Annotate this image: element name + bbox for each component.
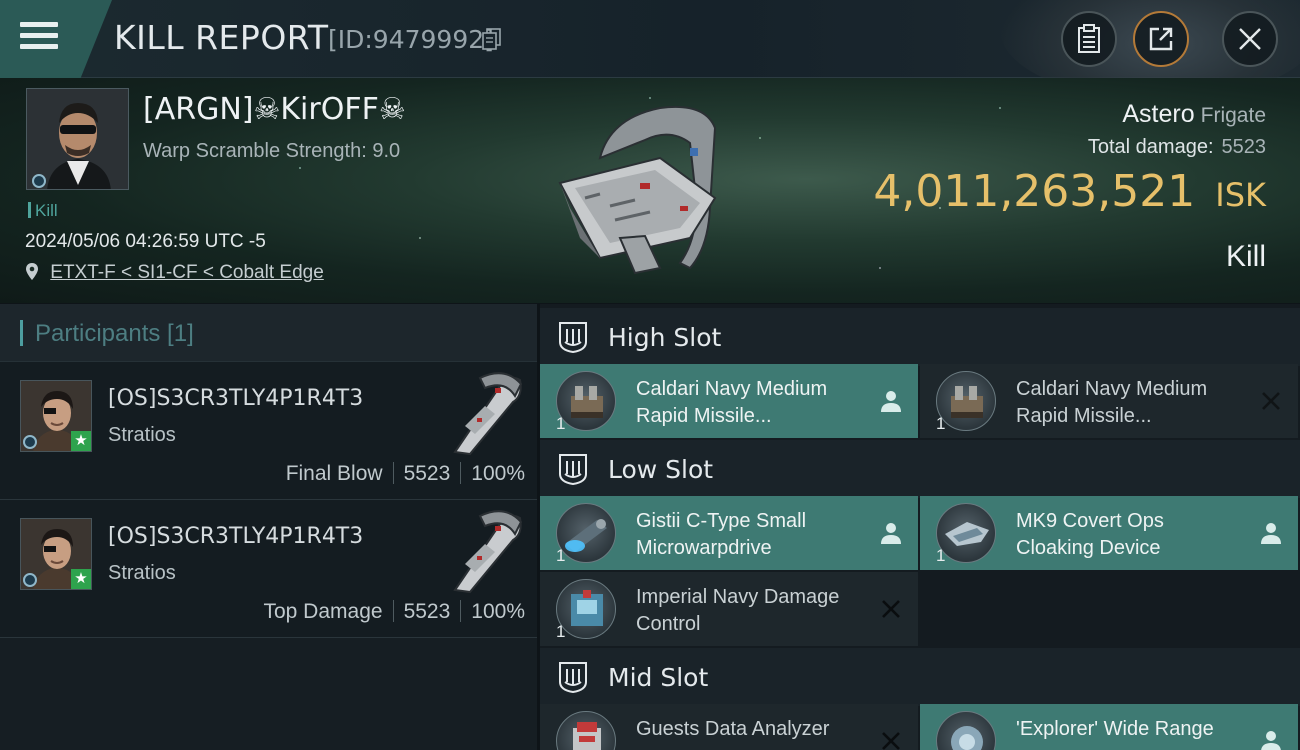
module-quantity: 1 [556, 414, 566, 433]
module-item[interactable]: 1 Guests Data Analyzer [540, 704, 918, 750]
participant-damage: 5523 [403, 462, 451, 485]
participants-panel: Participants [1] ★ [OS]S3CR3TLY4P1R4T3 S… [0, 304, 537, 750]
module-name: Gistii C-Type Small Microwarpdrive [636, 510, 807, 559]
isk-value: 4,011,263,521 ISK [873, 166, 1266, 217]
destroyed-x-icon [1262, 392, 1280, 410]
page-title: KILL REPORT [114, 18, 329, 57]
participant-ship: Stratios [108, 424, 176, 446]
menu-button[interactable] [0, 0, 112, 78]
module-name: Guests Data Analyzer [636, 718, 830, 740]
participant-damage: 5523 [403, 600, 451, 623]
total-damage-label: Total damage: [1087, 136, 1214, 158]
participant-avatar[interactable]: ★ [20, 518, 92, 590]
kill-location[interactable]: ETXT-F < SI1-CF < Cobalt Edge [25, 262, 324, 284]
report-id: [ID:9479992] [328, 25, 494, 54]
copy-icon[interactable] [482, 28, 502, 50]
module-name: Caldari Navy Medium Rapid Missile... [636, 378, 828, 427]
close-icon [1239, 28, 1261, 50]
module-item[interactable]: 1 'Explorer' Wide Range [920, 704, 1298, 750]
corp-logo-icon [23, 573, 37, 587]
participant-row[interactable]: ★ [OS]S3CR3TLY4P1R4T3 Stratios Top Damag… [0, 500, 537, 638]
participant-stats: Top Damage 5523 100% [263, 600, 525, 624]
low-slot-label: Low Slot [608, 454, 714, 484]
mid-slot-header: Mid Slot [540, 648, 1300, 706]
high-slot-icon [559, 322, 587, 354]
high-slot-label: High Slot [608, 322, 722, 352]
mid-slot-label: Mid Slot [608, 662, 709, 692]
kill-datetime: 2024/05/06 04:26:59 UTC -5 [25, 231, 266, 252]
module-quantity: 1 [936, 414, 946, 433]
participant-role: Final Blow [285, 462, 383, 485]
participant-ship-image [453, 372, 523, 456]
participant-ship: Stratios [108, 562, 176, 584]
victim-avatar[interactable] [26, 88, 129, 190]
location-pin-icon [26, 263, 38, 280]
share-icon [1149, 27, 1173, 51]
participant-ship-image [453, 510, 523, 594]
module-item[interactable]: 1 Caldari Navy Medium Rapid Missile... [540, 364, 918, 438]
top-bar: KILL REPORT [ID:9479992] [0, 0, 1300, 100]
high-slot-header: High Slot [540, 308, 1300, 366]
ship-class: Frigate [1200, 104, 1266, 127]
module-quantity: 1 [556, 546, 566, 565]
star-icon: ★ [71, 569, 91, 589]
module-item[interactable]: 1 Gistii C-Type Small Microwarpdrive [540, 496, 918, 570]
participant-avatar[interactable]: ★ [20, 380, 92, 452]
victim-banner: [ARGN]☠KirOFF☠ Warp Scramble Strength: 9… [0, 78, 1300, 303]
low-slot-header: Low Slot [540, 440, 1300, 498]
person-icon [881, 391, 901, 412]
close-button[interactable] [1222, 11, 1278, 67]
participant-percent: 100% [471, 462, 525, 485]
module-name: Imperial Navy Damage Control [636, 586, 840, 635]
module-item[interactable]: 1 MK9 Covert Ops Cloaking Device [920, 496, 1298, 570]
corp-logo-icon [23, 435, 37, 449]
result-label: Kill [1225, 240, 1266, 273]
ship-type[interactable]: Astero [1122, 100, 1194, 128]
participant-row[interactable]: ★ [OS]S3CR3TLY4P1R4T3 Stratios Final Blo… [0, 362, 537, 500]
isk-unit: ISK [1215, 176, 1266, 214]
participant-percent: 100% [471, 600, 525, 623]
data-analyzer-icon [556, 711, 616, 750]
participants-header: Participants [1] [0, 304, 537, 362]
victim-name[interactable]: [ARGN]☠KirOFF☠ [143, 92, 406, 127]
total-damage-value: 5523 [1221, 136, 1267, 158]
module-item[interactable]: 1 Caldari Navy Medium Rapid Missile... [920, 364, 1298, 438]
module-quantity: 1 [556, 622, 566, 641]
participants-title: Participants [1] [20, 320, 194, 347]
victim-ship-name: Astero Frigate [1122, 100, 1266, 129]
total-damage: Total damage: 5523 [1088, 136, 1266, 159]
destroyed-x-icon [882, 732, 900, 750]
module-quantity: 1 [936, 546, 946, 565]
module-name: MK9 Covert Ops Cloaking Device [1016, 510, 1164, 559]
clipboard-button[interactable] [1061, 11, 1117, 67]
export-button[interactable] [1133, 11, 1189, 67]
fitting-panel: High Slot 1 Caldari Navy Medium Rapid Mi… [540, 304, 1300, 750]
module-name: 'Explorer' Wide Range [1016, 718, 1214, 740]
hamburger-icon [20, 22, 58, 50]
module-name: Caldari Navy Medium Rapid Missile... [1016, 378, 1208, 427]
star-icon: ★ [71, 431, 91, 451]
victim-ship-image [558, 105, 717, 275]
clipboard-icon [1078, 24, 1100, 53]
mid-slot-icon [559, 662, 587, 694]
destroyed-x-icon [882, 600, 900, 618]
person-icon [881, 523, 901, 544]
participant-name[interactable]: [OS]S3CR3TLY4P1R4T3 [108, 386, 363, 411]
pilot-portrait [27, 89, 128, 189]
person-icon [1261, 731, 1281, 750]
isk-amount: 4,011,263,521 [873, 166, 1196, 217]
kill-tag: Kill [28, 201, 58, 221]
participant-role: Top Damage [263, 600, 383, 623]
participant-stats: Final Blow 5523 100% [286, 462, 525, 486]
person-icon [1261, 523, 1281, 544]
location-link[interactable]: ETXT-F < SI1-CF < Cobalt Edge [50, 262, 324, 283]
warp-scramble-strength: Warp Scramble Strength: 9.0 [143, 140, 401, 162]
scanner-icon [936, 711, 996, 750]
module-item[interactable]: 1 Imperial Navy Damage Control [540, 572, 918, 646]
participant-name[interactable]: [OS]S3CR3TLY4P1R4T3 [108, 524, 363, 549]
low-slot-icon [559, 454, 587, 486]
